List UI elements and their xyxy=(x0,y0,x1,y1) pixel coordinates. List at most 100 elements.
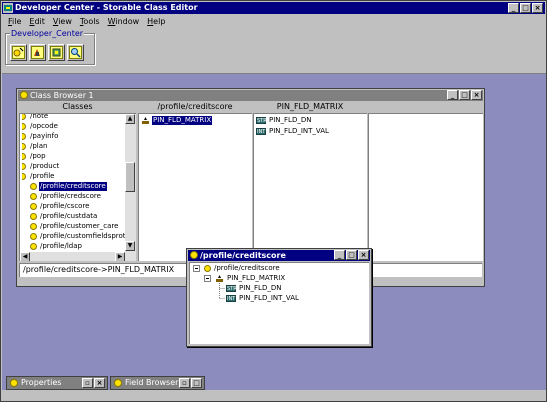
class-label: /note xyxy=(30,113,49,120)
tree-leaf-node[interactable]: STR PIN_FLD_DN xyxy=(226,284,282,293)
class-browser-titlebar[interactable]: Class Browser 1 _ □ × xyxy=(18,90,483,101)
app-icon xyxy=(3,3,13,13)
class-list-item[interactable]: /payinfo xyxy=(22,132,59,141)
scroll-thumb[interactable] xyxy=(125,162,135,192)
class-list-item[interactable]: /profile/custdata xyxy=(30,212,98,221)
tree-leaf-node[interactable]: INT PIN_FLD_INT_VAL xyxy=(226,294,300,303)
class-list-item[interactable]: /profile/creditscore xyxy=(30,182,107,191)
package-icon xyxy=(22,123,26,130)
class-list-item[interactable]: /profile/credscore xyxy=(30,192,102,201)
tw-maximize-button[interactable]: □ xyxy=(346,250,357,260)
close-button[interactable]: × xyxy=(532,3,543,13)
class-list-item[interactable]: /product xyxy=(22,162,60,171)
class-list-item[interactable]: /profile/customfieldsprot xyxy=(30,232,127,241)
scroll-right-button[interactable]: ▶ xyxy=(115,252,125,261)
field-browser-button[interactable] xyxy=(67,44,84,61)
class-bulb-icon xyxy=(30,243,37,250)
main-titlebar[interactable]: Developer Center - Storable Class Editor… xyxy=(2,2,545,14)
package-icon xyxy=(22,143,26,150)
cb-maximize-button[interactable]: □ xyxy=(459,90,470,100)
class-label: /profile/ldap xyxy=(40,242,82,250)
subfield-row[interactable]: INT PIN_FLD_INT_VAL xyxy=(256,127,330,136)
scroll-up-button[interactable]: ▲ xyxy=(125,114,135,124)
tw-close-button[interactable]: × xyxy=(358,250,369,260)
class-label: /profile/customfieldsprot xyxy=(40,232,126,240)
field-browser-minimized[interactable]: Field Browser ▫ □ xyxy=(110,376,205,390)
menu-file[interactable]: File xyxy=(4,15,25,29)
testnap-icon xyxy=(50,46,63,59)
field-browser-restore-button[interactable]: ▫ xyxy=(179,378,190,388)
class-tree[interactable]: /profile/creditscore PIN_FLD_MATRIX STR … xyxy=(189,262,369,344)
tree-field-node[interactable]: PIN_FLD_MATRIX xyxy=(215,274,286,283)
toolbar-group-label: Developer_Center xyxy=(10,29,85,38)
classes-hscrollbar[interactable]: ◀ ▶ xyxy=(20,252,136,261)
class-bulb-icon xyxy=(30,203,37,210)
menu-tools[interactable]: Tools xyxy=(76,15,104,29)
tree-root-node[interactable]: /profile/creditscore xyxy=(204,264,281,273)
object-browser-icon xyxy=(31,46,44,59)
object-browser-button[interactable] xyxy=(29,44,46,61)
subfield-row[interactable]: STR PIN_FLD_DN xyxy=(256,116,312,125)
properties-bulb-icon xyxy=(10,379,20,391)
field-browser-maximize-button[interactable]: □ xyxy=(191,378,202,388)
testnap-button[interactable] xyxy=(48,44,65,61)
col3-header: PIN_FLD_MATRIX xyxy=(276,102,344,111)
class-label: /plan xyxy=(30,142,48,150)
tw-minimize-button[interactable]: _ xyxy=(334,250,345,260)
cb-close-button[interactable]: × xyxy=(471,90,482,100)
class-bulb-icon xyxy=(30,233,37,240)
scroll-down-button[interactable]: ▼ xyxy=(125,241,135,251)
class-label: /profile/cscore xyxy=(40,202,90,210)
maximize-button[interactable]: □ xyxy=(520,3,531,13)
cb-minimize-button[interactable]: _ xyxy=(447,90,458,100)
subfield-label: PIN_FLD_DN xyxy=(269,116,312,124)
class-list-item[interactable]: /profile/cscore xyxy=(30,202,91,211)
array-field-icon xyxy=(216,274,223,282)
menu-edit[interactable]: Edit xyxy=(25,15,49,29)
package-icon xyxy=(22,163,26,170)
tree-window-titlebar[interactable]: /profile/creditscore _ □ × xyxy=(188,250,370,261)
class-label: /opcode xyxy=(30,122,58,130)
fields-list[interactable]: PIN_FLD_MATRIX xyxy=(138,113,252,261)
class-label: /product xyxy=(30,162,60,170)
package-icon xyxy=(22,173,26,180)
class-tree-window: /profile/creditscore _ □ × /profile/cred… xyxy=(186,248,372,347)
empty-list[interactable] xyxy=(368,113,483,261)
menu-view[interactable]: View xyxy=(49,15,76,29)
classes-header: Classes xyxy=(62,102,93,111)
properties-restore-button[interactable]: ▫ xyxy=(82,378,93,388)
class-label: /profile/customer_care xyxy=(40,222,119,230)
class-list-item[interactable]: /plan xyxy=(22,142,48,151)
field-row-matrix[interactable]: PIN_FLD_MATRIX xyxy=(141,116,213,125)
menubar: File Edit View Tools Window Help xyxy=(2,15,545,29)
class-editor-button[interactable] xyxy=(10,44,27,61)
class-list-item[interactable]: /opcode xyxy=(22,122,59,131)
class-bulb-icon xyxy=(30,193,37,200)
subfields-list[interactable]: STR PIN_FLD_DN INT PIN_FLD_INT_VAL xyxy=(253,113,367,261)
package-icon xyxy=(22,114,26,120)
scroll-left-button[interactable]: ◀ xyxy=(20,252,30,261)
class-list-item[interactable]: /profile/customer_care xyxy=(30,222,119,231)
tree-field-label: PIN_FLD_MATRIX xyxy=(227,274,286,282)
class-bulb-icon xyxy=(30,183,37,190)
classes-vscrollbar[interactable]: ▲ ▼ xyxy=(125,114,136,252)
minimize-button[interactable]: _ xyxy=(508,3,519,13)
properties-minimized[interactable]: Properties ▫ × xyxy=(6,376,108,390)
developer-center-toolbar: Developer_Center xyxy=(5,29,95,65)
main-window: Developer Center - Storable Class Editor… xyxy=(0,0,547,402)
string-field-icon: STR xyxy=(226,285,237,292)
class-browser-bulb-icon xyxy=(20,91,30,102)
class-browser-title: Class Browser 1 xyxy=(30,91,94,100)
classes-list[interactable]: /note/opcode/payinfo/plan/pop/product/pr… xyxy=(19,113,136,261)
class-list-item[interactable]: /profile xyxy=(22,172,55,181)
menu-help[interactable]: Help xyxy=(143,15,169,29)
class-label: /profile/creditscore xyxy=(39,182,107,191)
class-list-item[interactable]: /note xyxy=(22,113,49,121)
class-list-item[interactable]: /profile/ldap xyxy=(30,242,83,251)
field-browser-icon xyxy=(69,46,82,59)
package-icon xyxy=(22,133,26,140)
class-list-item[interactable]: /pop xyxy=(22,152,47,161)
menu-window[interactable]: Window xyxy=(104,15,144,29)
field-browser-bulb-icon xyxy=(114,379,124,391)
properties-close-button[interactable]: × xyxy=(94,378,105,388)
